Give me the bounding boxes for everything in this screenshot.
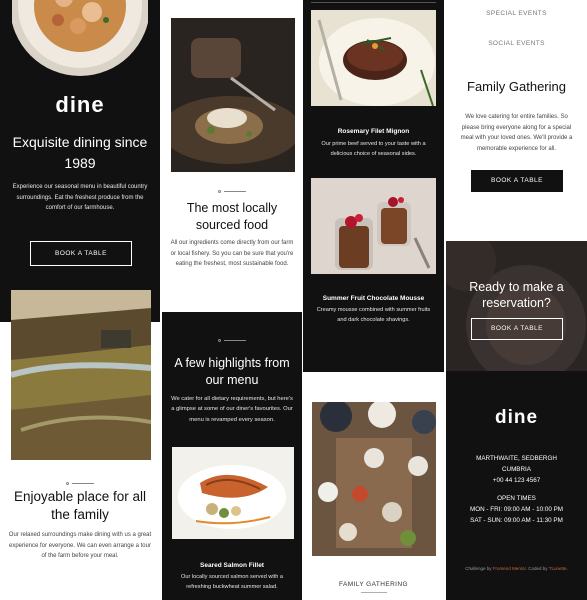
chocolate-mousse-image <box>311 178 436 274</box>
pasta-plate-image <box>12 0 148 78</box>
local-title: The most locally sourced food <box>186 201 278 232</box>
events-section: FAMILY GATHERING <box>303 372 444 600</box>
section-divider <box>162 190 302 193</box>
salmon-dish-image <box>172 447 294 539</box>
tab-family-gathering[interactable]: FAMILY GATHERING <box>303 581 444 588</box>
column-events-footer: SPECIAL EVENTS SOCIAL EVENTS Family Gath… <box>446 0 587 600</box>
phone-number: +00 44 123 4567 <box>492 477 541 484</box>
author-link[interactable]: TLunette <box>549 566 567 571</box>
book-table-button[interactable]: BOOK A TABLE <box>471 170 563 192</box>
highlights-text: We cater for all dietary requirements, b… <box>171 396 293 423</box>
salmon-title: Seared Salmon Fillet <box>200 562 264 569</box>
filet-mignon-image <box>311 10 436 106</box>
hours-title: OPEN TIMES <box>497 495 536 502</box>
column-menu-items: Rosemary Filet Mignon Our prime beef ser… <box>303 0 444 600</box>
local-text: All our ingredients come directly from o… <box>170 240 294 267</box>
chef-plating-image <box>171 18 295 172</box>
hero-title: Exquisite dining since 1989 <box>12 134 148 171</box>
column-hero: dine Exquisite dining since 1989 Experie… <box>0 0 160 600</box>
logo[interactable]: dine <box>0 92 160 118</box>
farm-landscape-image <box>11 290 151 460</box>
book-table-button[interactable]: BOOK A TABLE <box>471 318 563 340</box>
salmon-text: Our locally sourced salmon served with a… <box>181 574 283 590</box>
hours-weekend: SAT - SUN: 09:00 AM - 11:30 PM <box>470 517 563 524</box>
hero-text: Experience our seasonal menu in beautifu… <box>12 184 148 211</box>
reservation-banner: Ready to make a reservation? BOOK A TABL… <box>446 241 587 371</box>
footer: dine MARTHWAITE, SEDBERGH CUMBRIA +00 44… <box>446 371 587 600</box>
section-divider <box>0 482 160 485</box>
highlights-title: A few highlights from our menu <box>174 356 290 387</box>
tab-social-events[interactable]: SOCIAL EVENTS <box>446 40 587 47</box>
hours-weekday: MON - FRI: 09:00 AM - 10:00 PM <box>469 506 564 513</box>
filet-text: Our prime beef served to your taste with… <box>321 141 426 157</box>
hero-section: dine Exquisite dining since 1989 Experie… <box>0 0 160 322</box>
book-table-button[interactable]: BOOK A TABLE <box>30 241 132 266</box>
reserve-title: Ready to make a reservation? <box>469 280 564 310</box>
family-dinner-image <box>312 402 436 556</box>
mousse-text: Creamy mousse combined with summer fruit… <box>316 307 431 323</box>
footer-logo[interactable]: dine <box>446 407 587 429</box>
section-divider <box>162 339 302 342</box>
filet-title: Rosemary Filet Mignon <box>337 128 410 135</box>
tab-special-events[interactable]: SPECIAL EVENTS <box>446 10 587 17</box>
gathering-text: We love catering for entire families. So… <box>460 114 573 152</box>
mousse-title: Summer Fruit Chocolate Mousse <box>322 295 425 302</box>
highlights-section: A few highlights from our menu We cater … <box>162 312 302 600</box>
attribution: Challenge by Frontend Mentor. Coded by T… <box>465 566 568 571</box>
family-text: Our relaxed surroundings make dining wit… <box>8 532 152 559</box>
frontend-mentor-link[interactable]: Frontend Mentor <box>493 566 526 571</box>
address-line-2: CUMBRIA <box>501 466 532 473</box>
column-local-food: The most locally sourced food All our in… <box>162 0 302 600</box>
family-title: Enjoyable place for all the family <box>13 489 147 522</box>
tab-active-underline <box>361 592 387 593</box>
gathering-title: Family Gathering <box>467 79 566 94</box>
top-rule <box>311 2 436 3</box>
address-line-1: MARTHWAITE, SEDBERGH <box>476 455 557 462</box>
